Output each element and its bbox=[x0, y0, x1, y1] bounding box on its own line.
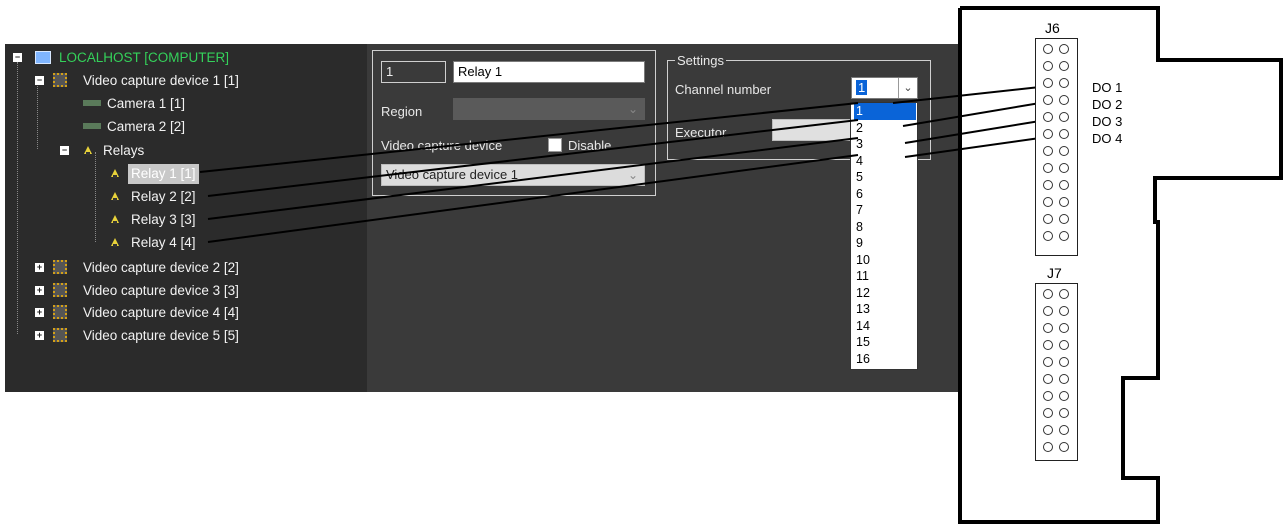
connector-pin bbox=[1059, 306, 1069, 316]
connector-pin bbox=[1043, 425, 1053, 435]
connector-pin bbox=[1059, 340, 1069, 350]
connector-pin bbox=[1043, 146, 1053, 156]
connector-pin bbox=[1043, 197, 1053, 207]
wire-relay3-ch3 bbox=[207, 137, 859, 220]
connector-j6-label: J6 bbox=[1045, 20, 1060, 36]
connector-pin bbox=[1059, 78, 1069, 88]
connector-j6 bbox=[1035, 38, 1078, 256]
wire-relay4-ch4 bbox=[207, 154, 859, 243]
connector-pin bbox=[1059, 357, 1069, 367]
connector-pin bbox=[1043, 289, 1053, 299]
connector-pin bbox=[1059, 374, 1069, 384]
connector-pin bbox=[1043, 180, 1053, 190]
connector-pin bbox=[1043, 44, 1053, 54]
connector-pin bbox=[1059, 44, 1069, 54]
wire-relay1-ch1 bbox=[199, 102, 859, 173]
connector-pin bbox=[1059, 61, 1069, 71]
connector-pin bbox=[1059, 231, 1069, 241]
connector-pin bbox=[1059, 163, 1069, 173]
connector-pin bbox=[1043, 408, 1053, 418]
do4-label: DO 4 bbox=[1092, 131, 1123, 146]
connector-pin bbox=[1059, 442, 1069, 452]
connector-j7-label: J7 bbox=[1047, 265, 1062, 281]
connector-pin bbox=[1043, 340, 1053, 350]
connector-pin bbox=[1059, 146, 1069, 156]
wire-ch4-do4 bbox=[904, 137, 1041, 158]
wire-ch3-do3 bbox=[904, 120, 1041, 144]
connector-pin bbox=[1059, 129, 1069, 139]
connector-pin bbox=[1043, 112, 1053, 122]
connector-pin bbox=[1059, 391, 1069, 401]
connector-pin bbox=[1059, 180, 1069, 190]
connector-pin bbox=[1043, 442, 1053, 452]
connector-pin bbox=[1059, 197, 1069, 207]
connector-pin bbox=[1059, 408, 1069, 418]
do2-label: DO 2 bbox=[1092, 97, 1123, 112]
connector-pin bbox=[1059, 289, 1069, 299]
connector-pin bbox=[1043, 214, 1053, 224]
connector-pin bbox=[1043, 306, 1053, 316]
connector-j7 bbox=[1035, 283, 1078, 461]
wire-relay2-ch2 bbox=[207, 119, 859, 197]
connector-pin bbox=[1059, 95, 1069, 105]
wire-ch2-do2 bbox=[902, 102, 1041, 127]
connector-pin bbox=[1043, 391, 1053, 401]
connector-pin bbox=[1059, 214, 1069, 224]
connector-pin bbox=[1043, 78, 1053, 88]
do1-label: DO 1 bbox=[1092, 80, 1123, 95]
connector-pin bbox=[1059, 425, 1069, 435]
connector-pin bbox=[1059, 112, 1069, 122]
connector-pin bbox=[1043, 357, 1053, 367]
connector-pin bbox=[1043, 163, 1053, 173]
do3-label: DO 3 bbox=[1092, 114, 1123, 129]
connector-pin bbox=[1043, 129, 1053, 139]
connector-pin bbox=[1043, 95, 1053, 105]
connector-pin bbox=[1043, 231, 1053, 241]
connector-pin bbox=[1043, 374, 1053, 384]
wire-ch1-do1 bbox=[892, 86, 1041, 104]
connector-pin bbox=[1043, 61, 1053, 71]
connector-pin bbox=[1059, 323, 1069, 333]
connector-pin bbox=[1043, 323, 1053, 333]
